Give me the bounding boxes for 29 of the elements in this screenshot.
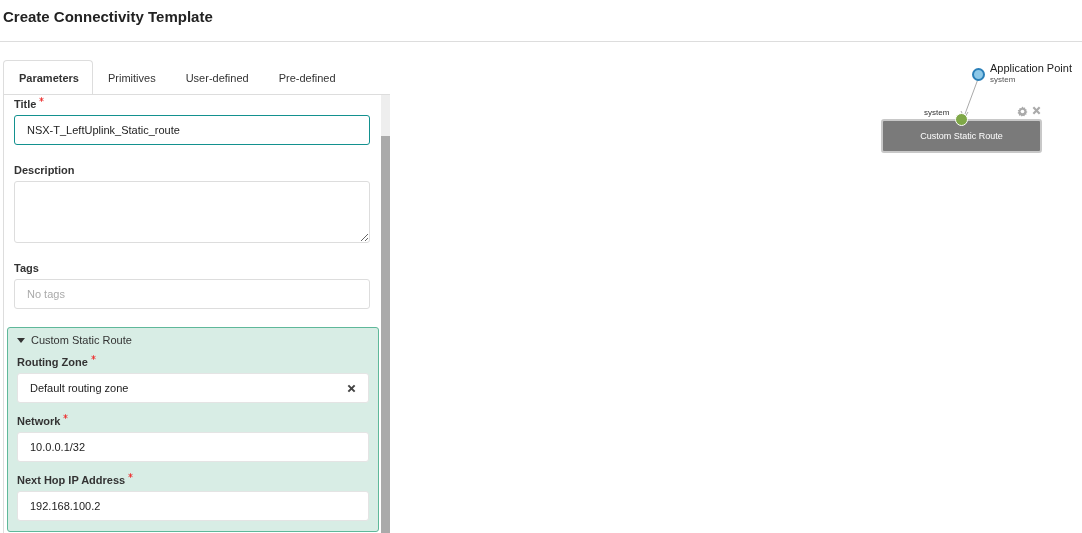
caret-icon[interactable] bbox=[17, 337, 25, 343]
tab[interactable]: User-defined bbox=[170, 60, 264, 95]
tab[interactable]: Primitives bbox=[93, 60, 171, 95]
page-title: Create Connectivity Template bbox=[3, 8, 214, 25]
field-label: Network bbox=[17, 415, 61, 427]
select-value: Default routing zone bbox=[30, 382, 129, 394]
close-icon[interactable] bbox=[1032, 106, 1041, 115]
section-title[interactable]: Custom Static Route bbox=[31, 334, 132, 346]
field-label: Tags bbox=[14, 262, 39, 274]
node-label: Application Point bbox=[990, 62, 1072, 74]
input-field[interactable]: No tags bbox=[14, 279, 370, 309]
field-label: Routing Zone bbox=[17, 356, 88, 368]
node-sublabel: system bbox=[990, 75, 1016, 84]
primitive-node[interactable]: Custom Static Route bbox=[881, 119, 1042, 153]
port-label: system bbox=[924, 108, 950, 117]
field-label: Description bbox=[14, 164, 75, 176]
field-label: Title bbox=[14, 98, 37, 110]
select-field[interactable]: Default routing zone bbox=[17, 373, 369, 403]
input-field[interactable]: NSX-T_LeftUplink_Static_route bbox=[14, 115, 370, 145]
scrollbar[interactable] bbox=[381, 95, 390, 533]
input-field[interactable]: 10.0.0.1/32 bbox=[17, 432, 369, 462]
field-label: Next Hop IP Address bbox=[17, 474, 126, 486]
tab[interactable]: Pre-defined bbox=[263, 60, 351, 95]
tab[interactable]: Parameters bbox=[3, 60, 93, 95]
application-point-node[interactable] bbox=[972, 68, 985, 81]
input-field[interactable]: 192.168.100.2 bbox=[17, 491, 369, 521]
description-field[interactable] bbox=[14, 181, 370, 243]
clear-icon[interactable] bbox=[347, 383, 356, 393]
settings-icon[interactable] bbox=[1017, 106, 1028, 117]
